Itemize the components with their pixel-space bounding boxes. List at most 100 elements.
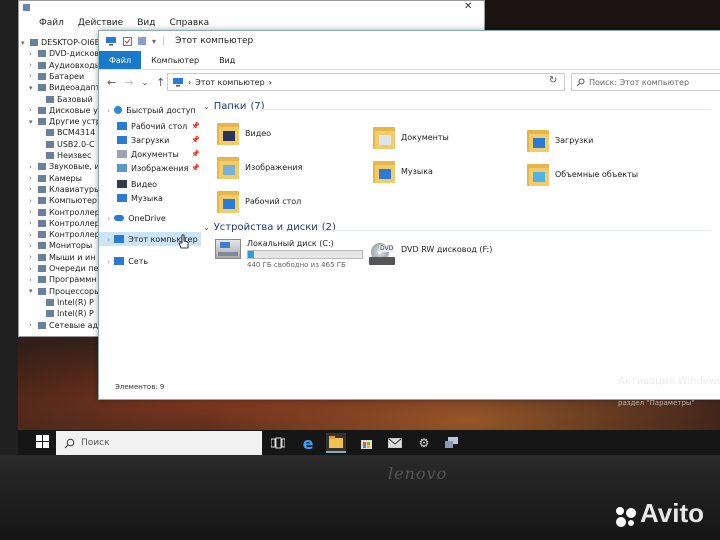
refresh-button[interactable]: ↻ [549, 75, 557, 86]
nav-item[interactable]: Изображения 📌 [117, 161, 200, 175]
device-tree-item[interactable]: ▾ Видеоадапте [29, 82, 103, 93]
expand-right-icon[interactable]: › [29, 219, 35, 227]
expand-right-icon[interactable]: › [29, 208, 35, 216]
taskbar-search-box[interactable]: Поиск [56, 431, 262, 455]
device-tree-item[interactable]: BCM4314 [37, 127, 95, 138]
pin-icon[interactable]: 📌 [191, 164, 204, 172]
folder-item[interactable]: Документы [373, 125, 449, 149]
device-tree-item[interactable]: › Контроллер [29, 229, 100, 240]
expand-right-icon[interactable]: › [29, 106, 35, 114]
nav-item[interactable]: Музыка [117, 191, 163, 205]
new-folder-icon[interactable] [138, 36, 146, 46]
expand-right-icon[interactable]: › [29, 185, 35, 193]
expand-right-icon[interactable]: › [29, 242, 35, 250]
device-tree-item[interactable]: USB2.0-C [37, 139, 95, 150]
device-tree-item[interactable]: ▾ DESKTOP-OI6EN [21, 37, 103, 48]
device-tree-item[interactable]: › Контроллер [29, 218, 100, 229]
expand-right-icon[interactable]: › [29, 253, 35, 261]
menu-item[interactable]: Файл [39, 18, 64, 28]
device-tree-item[interactable]: › Батареи [29, 71, 84, 82]
folder-item[interactable]: Музыка [373, 159, 433, 183]
expand-right-icon[interactable]: › [29, 72, 35, 80]
expand-down-icon[interactable]: ▾ [29, 287, 35, 295]
device-tree-item[interactable]: › Очереди пе [29, 263, 98, 274]
device-tree-item[interactable]: › Контроллер [29, 207, 100, 218]
device-tree-item[interactable]: Неизвес [37, 150, 91, 161]
folder-item[interactable]: Изображения [217, 155, 302, 179]
expand-right-icon[interactable]: › [29, 276, 35, 284]
nav-item[interactable]: › Сеть [107, 254, 148, 268]
expand-right-icon[interactable]: › [29, 50, 35, 58]
device-tree-item[interactable]: › Программн [29, 274, 96, 285]
expand-right-icon[interactable]: › [29, 321, 35, 329]
device-tree-item[interactable]: › Звуковые, и [29, 161, 100, 172]
menu-item[interactable]: Справка [169, 18, 209, 28]
device-tree-item[interactable]: Intel(R) P [37, 308, 94, 319]
settings-gear-icon[interactable]: ⚙ [414, 433, 434, 453]
device-tree-item[interactable]: › Сетевые адап [29, 320, 103, 331]
device-tree-item[interactable]: › Мониторы [29, 240, 92, 251]
pin-icon[interactable]: 📌 [191, 150, 204, 158]
nav-item[interactable]: › OneDrive [107, 211, 166, 225]
expand-down-icon[interactable]: ▾ [29, 84, 35, 92]
expand-right-icon[interactable]: › [107, 214, 110, 223]
ribbon-tab[interactable]: Компьютер [141, 51, 209, 69]
task-view-icon[interactable] [268, 433, 288, 453]
expand-down-icon[interactable]: ▾ [29, 118, 35, 126]
forward-button[interactable]: → [124, 76, 133, 89]
expand-right-icon[interactable]: › [29, 174, 35, 182]
expand-down-icon[interactable]: ▾ [21, 39, 27, 47]
device-tree-item[interactable]: Базовый [37, 94, 93, 105]
store-icon[interactable] [356, 433, 376, 453]
device-tree-item[interactable]: ▾ Другие устр [29, 116, 101, 127]
pin-icon[interactable]: 📌 [191, 122, 204, 130]
device-tree-item[interactable]: ▾ Процессоры [29, 286, 100, 297]
devices-group-header[interactable]: ⌄ Устройства и диски (2) [203, 222, 336, 233]
mail-icon[interactable] [385, 433, 405, 453]
device-tree-item[interactable]: › Компьютер [29, 195, 97, 206]
expand-right-icon[interactable]: › [29, 61, 35, 69]
folder-item[interactable]: Объемные объекты [527, 162, 638, 186]
folders-group-header[interactable]: ⌄ Папки (7) [203, 101, 265, 112]
pin-icon[interactable]: 📌 [191, 136, 204, 144]
expand-right-icon[interactable]: › [107, 106, 110, 115]
device-tree-item[interactable]: Intel(R) P [37, 297, 94, 308]
device-tree-item[interactable]: › Клавиатуры [29, 184, 100, 195]
properties-icon[interactable] [123, 36, 132, 46]
expand-right-icon[interactable]: › [107, 257, 110, 266]
device-tree-item[interactable]: › Аудиовходы [29, 60, 101, 71]
device-manager-titlebar[interactable]: ✕ [19, 1, 484, 15]
recent-locations-button[interactable]: ⌄ [141, 78, 148, 87]
ribbon-tab[interactable]: Вид [209, 51, 245, 69]
ribbon-tab[interactable]: Файл [99, 51, 142, 69]
nav-item[interactable]: Видео [117, 177, 157, 191]
nav-item[interactable]: › Быстрый доступ [107, 103, 196, 117]
search-box[interactable]: Поиск: Этот компьютер [571, 73, 720, 91]
expand-right-icon[interactable]: › [29, 163, 35, 171]
nav-item[interactable]: Документы 📌 [117, 147, 200, 161]
expand-right-icon[interactable]: › [107, 235, 110, 244]
file-explorer-taskbar-icon[interactable] [326, 433, 346, 453]
nav-item[interactable]: Рабочий стол 📌 [117, 119, 200, 133]
menu-item[interactable]: Действие [78, 18, 123, 28]
device-tree-item[interactable]: › DVD-дисковод [29, 48, 103, 59]
quick-access-dropdown-icon[interactable]: ▾ [152, 37, 156, 46]
expand-right-icon[interactable]: › [29, 231, 35, 239]
folder-item[interactable]: Видео [217, 121, 271, 145]
device-manager-taskbar-icon[interactable] [442, 433, 462, 453]
file-explorer-window[interactable]: ▾ | Этот компьютер Файл Компьютер Вид ← → … [98, 30, 720, 400]
nav-item[interactable]: Загрузки 📌 [117, 133, 200, 147]
expand-right-icon[interactable]: › [29, 197, 35, 205]
device-tree-item[interactable]: › Мыши и ин [29, 252, 95, 263]
dvd-drive-f[interactable]: DVD DVD RW дисковод (F:) [369, 241, 492, 267]
address-path[interactable]: Этот компьютер [195, 78, 264, 87]
device-tree-item[interactable]: › Камеры [29, 173, 82, 184]
up-button[interactable]: ↑ [156, 76, 165, 89]
expand-right-icon[interactable]: › [29, 265, 35, 273]
folder-item[interactable]: Загрузки [527, 128, 593, 152]
menu-item[interactable]: Вид [137, 18, 155, 28]
edge-browser-icon[interactable]: e [298, 433, 318, 453]
windows-start-button[interactable] [36, 435, 52, 451]
local-disk-c[interactable]: Локальный диск (C:) 440 ГБ свободно из 4… [215, 239, 363, 269]
address-bar[interactable]: › Этот компьютер › [167, 73, 565, 91]
